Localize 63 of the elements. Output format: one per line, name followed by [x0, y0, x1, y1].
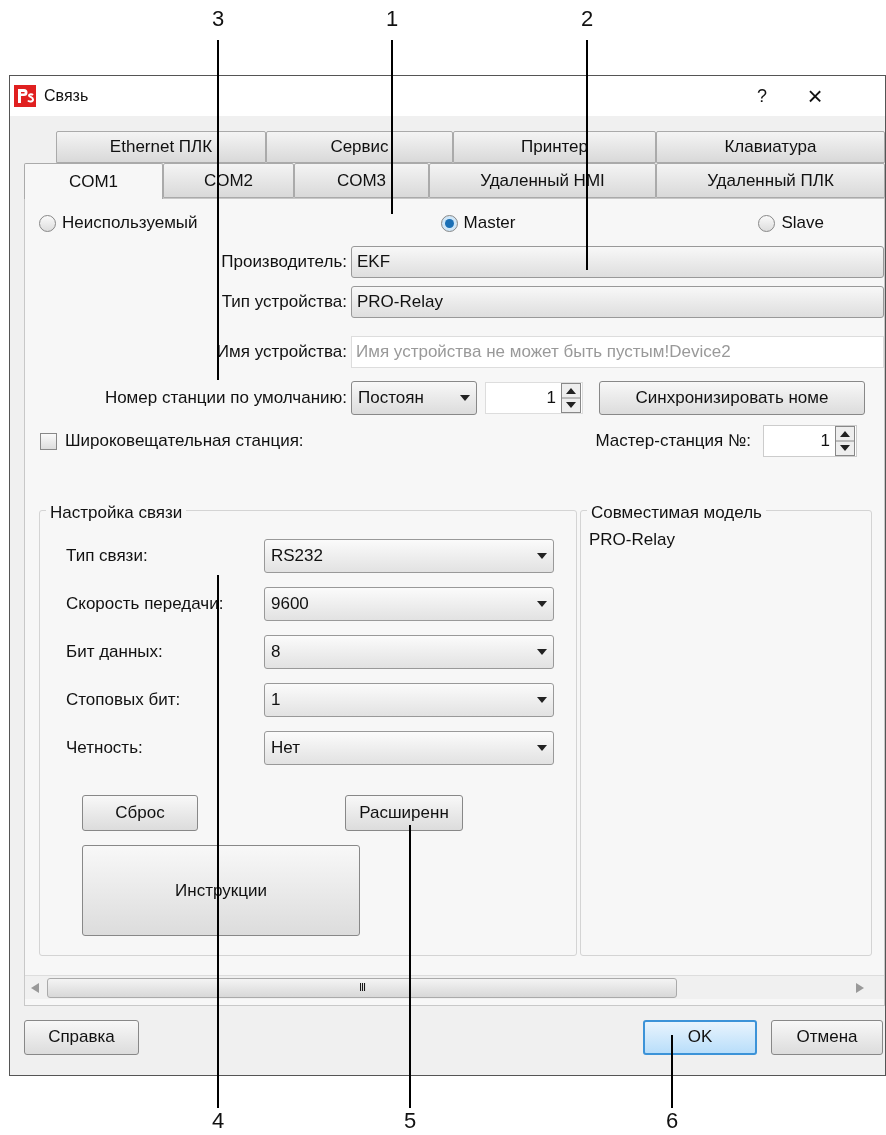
- scroll-right-icon: [856, 982, 864, 993]
- dropdown-arrow-icon: [460, 395, 470, 401]
- callout-number: 5: [402, 1110, 418, 1132]
- tab[interactable]: Сервис: [266, 131, 453, 163]
- radio-label: Неиспользуемый: [62, 212, 198, 235]
- advanced-button[interactable]: Расширенн: [345, 795, 463, 831]
- device-name-field[interactable]: Имя устройства не может быть пустым!Device2: [351, 336, 884, 368]
- master-station-spinner[interactable]: 1: [763, 425, 857, 457]
- radio-button[interactable]: [39, 214, 56, 232]
- field-label: Номер станции по умолчанию:: [103, 387, 348, 410]
- field-label: Стоповых бит:: [66, 689, 182, 712]
- field-label: Тип связи:: [66, 545, 149, 568]
- callout-number: 3: [210, 8, 226, 30]
- station-number-spinner[interactable]: 1: [485, 382, 583, 414]
- setting-dropdown[interactable]: 8: [264, 635, 554, 669]
- tab[interactable]: Принтер: [453, 131, 656, 163]
- callout-number: 6: [664, 1110, 680, 1132]
- field-label: Тип устройства:: [220, 291, 348, 314]
- spinner-arrows-icon: [560, 383, 582, 413]
- scrollbar-thumb[interactable]: III: [47, 977, 677, 998]
- callout-number: 1: [384, 8, 400, 30]
- horizontal-scrollbar[interactable]: III: [25, 975, 884, 999]
- tab[interactable]: COM1: [24, 163, 163, 199]
- field-label: Четность:: [66, 737, 144, 760]
- ok-button[interactable]: OK: [643, 1019, 757, 1055]
- app-logo-icon: [14, 85, 36, 107]
- window-title: Связь: [44, 86, 89, 106]
- setting-dropdown[interactable]: Нет: [264, 731, 554, 765]
- broadcast-checkbox[interactable]: [40, 432, 57, 450]
- radio-label: Master: [463, 212, 516, 235]
- spinner-arrows-icon: [834, 426, 856, 456]
- radio-label: Slave: [781, 212, 824, 235]
- cancel-button[interactable]: Отмена: [771, 1019, 883, 1055]
- scroll-left-icon: [31, 982, 39, 993]
- dropdown-arrow-icon: [537, 553, 547, 559]
- tab[interactable]: Ethernet ПЛК: [56, 131, 266, 163]
- dropdown-arrow-icon: [537, 697, 547, 703]
- field-label: Производитель:: [220, 251, 348, 274]
- setting-dropdown[interactable]: RS232: [264, 539, 554, 573]
- reset-button[interactable]: Сброс: [82, 795, 198, 831]
- radio-button[interactable]: [758, 214, 776, 232]
- list-item: PRO-Relay: [589, 529, 676, 551]
- field-label: Мастер-станция №:: [595, 430, 751, 453]
- sync-number-button[interactable]: Синхронизировать номе: [599, 381, 865, 415]
- dropdown-arrow-icon: [537, 601, 547, 607]
- setting-dropdown[interactable]: 9600: [264, 587, 554, 621]
- tab[interactable]: Удаленный ПЛК: [656, 163, 885, 198]
- close-button[interactable]: ×: [785, 83, 845, 109]
- help-button[interactable]: ?: [747, 82, 777, 110]
- checkbox-label: Широковещательная станция:: [65, 430, 304, 453]
- tab[interactable]: Клавиатура: [656, 131, 885, 163]
- setting-dropdown[interactable]: 1: [264, 683, 554, 717]
- radio-button[interactable]: [440, 214, 458, 232]
- dropdown-arrow-icon: [537, 649, 547, 655]
- callout-number: 4: [210, 1110, 226, 1132]
- dropdown-arrow-icon: [537, 745, 547, 751]
- help-button[interactable]: Справка: [24, 1019, 139, 1055]
- device-type-dropdown[interactable]: PRO-Relay: [351, 286, 884, 318]
- station-mode-dropdown[interactable]: Постоян: [351, 381, 477, 415]
- field-label: Бит данных:: [66, 641, 164, 664]
- manufacturer-dropdown[interactable]: EKF: [351, 246, 884, 278]
- callout-number: 2: [579, 8, 595, 30]
- tab[interactable]: COM3: [294, 163, 429, 198]
